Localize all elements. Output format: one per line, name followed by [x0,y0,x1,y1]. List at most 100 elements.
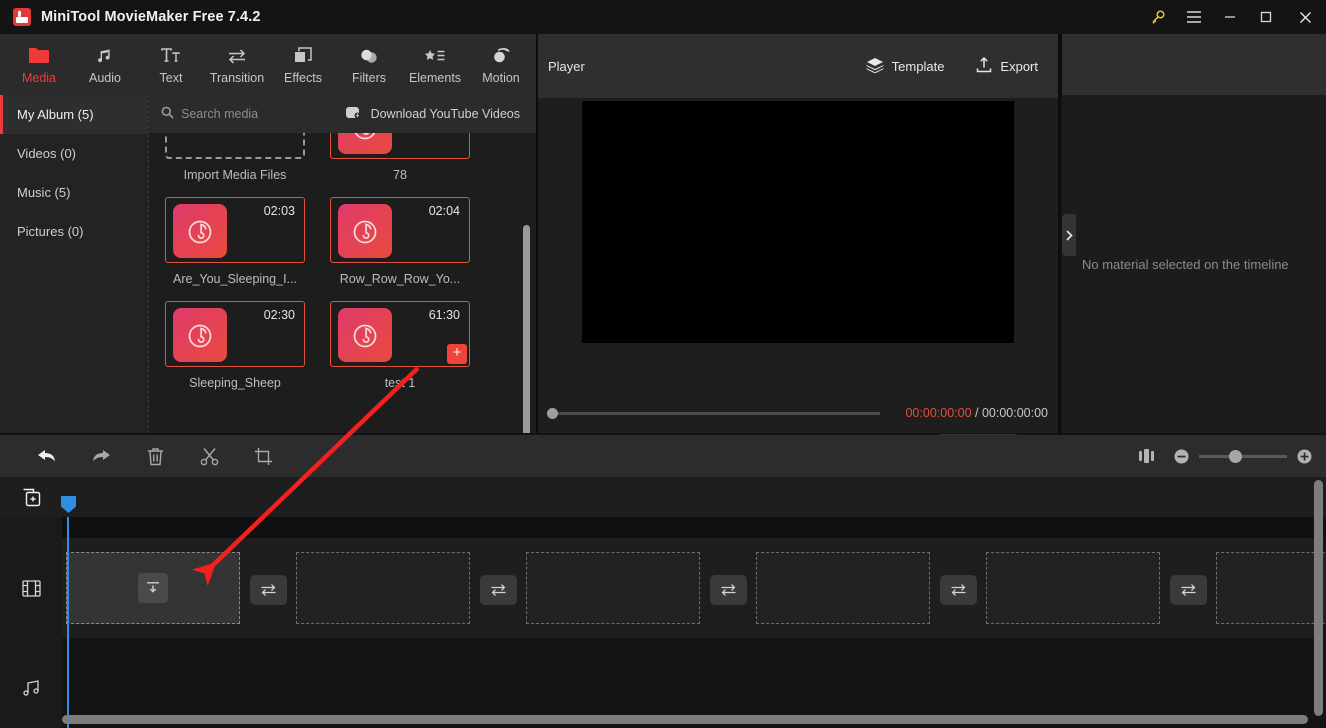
player-header: Player Template Export [538,34,1058,98]
tabbar-right-filler [1060,34,1326,95]
tab-transition[interactable]: Transition [204,34,270,95]
media-item-78[interactable]: 78 [330,133,470,182]
media-item-name: Row_Row_Row_Yo... [339,272,461,286]
seek-knob[interactable] [547,407,558,419]
timeline-clip-slot[interactable] [66,552,240,624]
tab-label: Media [21,70,57,85]
audio-art-icon [338,204,392,258]
sidebar-item-my-album[interactable]: My Album (5) [0,95,148,134]
transition-slot-button[interactable] [940,575,977,605]
media-row: 02:03 Are_You_Sleeping_I... 02:04 Row_Ro… [165,197,520,286]
timeline-clip-slot[interactable] [296,552,470,624]
media-item-test-1[interactable]: 61:30 + test 1 [330,301,470,390]
media-item-are-you-sleeping[interactable]: 02:03 Are_You_Sleeping_I... [165,197,305,286]
tab-label: Filters [351,70,387,85]
properties-panel: No material selected on the timeline [1062,95,1326,433]
tab-motion[interactable]: Motion [468,34,534,95]
zoom-in-icon[interactable] [1297,449,1312,464]
add-to-timeline-button[interactable]: + [447,344,467,364]
sidebar-item-videos[interactable]: Videos (0) [0,134,148,173]
timeline-ruler[interactable] [0,517,1326,538]
minimize-icon[interactable] [1212,0,1248,34]
folder-icon [29,45,49,67]
media-thumbnail[interactable] [330,133,470,159]
sidebar-item-pictures[interactable]: Pictures (0) [0,212,148,251]
tab-effects[interactable]: Effects [270,34,336,95]
playhead-line [67,517,69,728]
timeline-clip-slot[interactable] [756,552,930,624]
zoom-knob[interactable] [1229,449,1242,463]
tab-text[interactable]: Text [138,34,204,95]
transition-slot-button[interactable] [1170,575,1207,605]
undo-button[interactable] [20,435,74,477]
media-item-row-row-row[interactable]: 02:04 Row_Row_Row_Yo... [330,197,470,286]
panel-collapse-toggle[interactable] [1062,214,1076,256]
tab-label: Effects [284,70,322,85]
fit-timeline-icon[interactable] [1138,448,1156,464]
transition-slot-button[interactable] [710,575,747,605]
media-thumbnail[interactable]: 02:03 [165,197,305,263]
timeline-zoom-slider[interactable] [1199,449,1287,463]
media-toolbar: Search media Download YouTube Videos [149,95,536,133]
split-button[interactable] [182,435,236,477]
add-track-icon[interactable] [22,488,41,512]
chevron-right-icon [1065,229,1073,241]
sidebar-item-music[interactable]: Music (5) [0,173,148,212]
app-window: MiniTool MovieMaker Free 7.4.2 Media Aud… [0,0,1326,728]
video-preview[interactable] [582,100,1014,343]
player-title: Player [548,58,585,74]
media-item-name: Sleeping_Sheep [189,376,281,390]
tab-media[interactable]: Media [6,34,72,95]
media-thumbnail[interactable]: 02:04 [330,197,470,263]
audio-track[interactable] [62,648,1320,694]
seek-slider[interactable] [547,407,880,419]
timeline-zoom-group [1138,448,1312,464]
import-media-dropzone[interactable] [165,133,305,159]
timeline-clip-slot[interactable] [986,552,1160,624]
close-icon[interactable] [1284,0,1326,34]
motion-sphere-icon [491,45,511,67]
media-duration: 02:30 [263,308,295,322]
tab-filters[interactable]: Filters [336,34,402,95]
timeline-horizontal-scrollbar[interactable] [62,715,1308,724]
film-strip-icon[interactable] [0,538,62,638]
template-label: Template [891,58,945,74]
template-button[interactable]: Template [865,57,945,76]
tab-elements[interactable]: Elements [402,34,468,95]
media-thumbnail[interactable]: 61:30 + [330,301,470,367]
export-label: Export [1000,58,1038,74]
audio-art-icon [338,308,392,362]
download-youtube-button[interactable]: Download YouTube Videos [345,106,520,122]
transition-slot-button[interactable] [480,575,517,605]
crop-button[interactable] [236,435,290,477]
music-note-icon[interactable] [0,648,62,728]
delete-button[interactable] [128,435,182,477]
menu-icon[interactable] [1176,0,1212,34]
key-icon[interactable] [1140,0,1176,34]
export-upload-icon [976,56,992,76]
layers-icon [865,57,884,76]
maximize-icon[interactable] [1248,0,1284,34]
export-button[interactable]: Export [976,56,1038,76]
media-vertical-scrollbar[interactable] [523,225,530,433]
media-item-sleeping-sheep[interactable]: 02:30 Sleeping_Sheep [165,301,305,390]
video-track[interactable] [62,538,1326,638]
media-row: 02:30 Sleeping_Sheep 61:30 + test 1 [165,301,520,390]
media-item-name: Are_You_Sleeping_I... [173,272,297,286]
media-item-import[interactable]: Import Media Files [165,133,305,182]
media-thumbnail[interactable]: 02:30 [165,301,305,367]
transition-slot-button[interactable] [250,575,287,605]
media-item-name: test 1 [384,376,416,390]
tab-label: Elements [408,70,462,85]
timeline-clip-slot[interactable] [1216,552,1326,624]
search-input[interactable]: Search media [161,106,258,122]
timeline-clip-slot[interactable] [526,552,700,624]
search-icon [161,106,174,122]
layers-square-icon [294,45,312,67]
zoom-out-icon[interactable] [1174,449,1189,464]
timeline-vertical-scrollbar[interactable] [1314,480,1323,716]
time-separator: / [971,406,982,420]
tab-audio[interactable]: Audio [72,34,138,95]
library-sidebar: My Album (5) Videos (0) Music (5) Pictur… [0,95,148,433]
redo-button[interactable] [74,435,128,477]
